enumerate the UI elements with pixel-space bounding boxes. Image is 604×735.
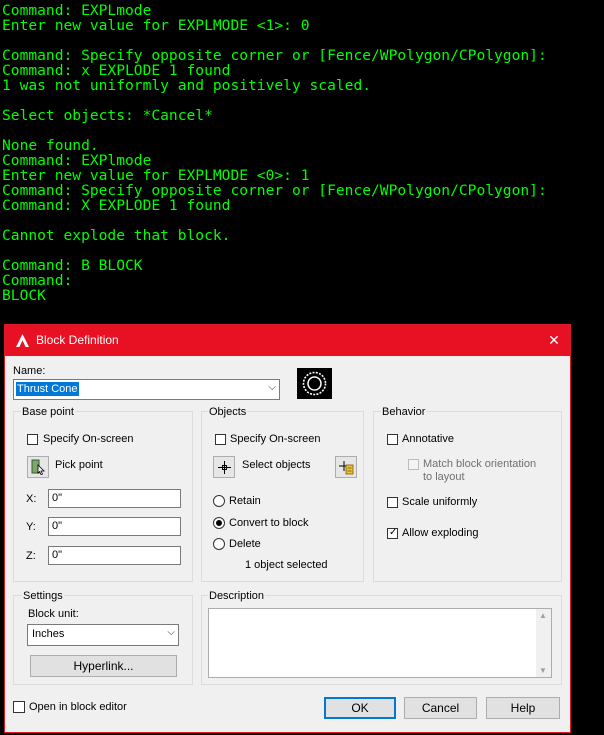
dialog-title: Block Definition [36, 333, 119, 347]
description-title: Description [208, 590, 266, 602]
name-label: Name: [13, 365, 46, 377]
close-button[interactable]: ✕ [538, 325, 570, 356]
convert-to-block-radio[interactable] [213, 517, 225, 529]
block-unit-label: Block unit: [28, 608, 79, 620]
console-line: Select objects: *Cancel* [2, 107, 213, 124]
description-scrollbar[interactable]: ▲ ▼ [536, 609, 551, 677]
pick-point-icon [31, 459, 45, 475]
console-line: BLOCK [2, 287, 46, 304]
scale-uniformly-label: Scale uniformly [402, 496, 478, 508]
scale-uniformly-checkbox[interactable] [387, 497, 398, 508]
scroll-down-icon[interactable]: ▼ [539, 666, 547, 675]
annotative-label: Annotative [402, 433, 454, 445]
objects-specify-onscreen-label: Specify On-screen [230, 433, 321, 445]
match-orientation-label-2: to layout [423, 471, 465, 483]
match-orientation-checkbox[interactable] [408, 459, 419, 470]
behavior-title: Behavior [381, 406, 427, 418]
quick-select-icon [339, 461, 354, 475]
checkmark-icon: ✓ [389, 527, 398, 538]
x-label: X: [26, 493, 37, 505]
console-line: Command: [2, 272, 73, 289]
console-line: Command: B BLOCK [2, 257, 143, 274]
annotative-checkbox[interactable] [387, 434, 398, 445]
autocad-logo-icon [16, 334, 29, 347]
objects-specify-onscreen-checkbox[interactable] [215, 434, 226, 445]
help-button[interactable]: Help [486, 697, 560, 719]
block-unit-value: Inches [32, 628, 65, 640]
pick-point-label: Pick point [55, 459, 103, 471]
base-point-title: Base point [21, 406, 75, 418]
x-input[interactable]: 0" [48, 489, 181, 508]
select-objects-button[interactable] [213, 456, 235, 478]
description-textarea[interactable]: ▲ ▼ [208, 608, 552, 678]
name-value: Thrust Cone [16, 382, 79, 396]
base-specify-onscreen-label: Specify On-screen [43, 433, 134, 445]
console-line: Command: x EXPLODE 1 found [2, 62, 231, 79]
delete-radio[interactable] [213, 538, 225, 550]
console-line: Command: EXPlmode [2, 152, 152, 169]
match-orientation-label: Match block orientation [423, 458, 537, 470]
base-specify-onscreen-checkbox[interactable] [27, 434, 38, 445]
console-line: None found. [2, 137, 99, 154]
allow-exploding-checkbox[interactable]: ✓ [387, 527, 398, 539]
chevron-down-icon[interactable]: ⌵ [268, 382, 276, 393]
console-line: Command: X EXPLODE 1 found [2, 197, 231, 214]
convert-to-block-label: Convert to block [229, 517, 309, 529]
dialog-titlebar[interactable]: Block Definition ✕ [5, 325, 570, 356]
console-line: Cannot explode that block. [2, 227, 231, 244]
console-line: Command: EXPLmode [2, 2, 152, 19]
console-line: 1 was not uniformly and positively scale… [2, 77, 372, 94]
quick-select-button[interactable] [335, 456, 357, 478]
pick-point-button[interactable] [27, 456, 49, 478]
block-preview-icon [297, 368, 332, 399]
z-label: Z: [26, 550, 36, 562]
hyperlink-button[interactable]: Hyperlink... [30, 655, 177, 677]
console-line: Command: Specify opposite corner or [Fen… [2, 182, 547, 199]
chevron-down-icon[interactable]: ⌵ [167, 627, 175, 638]
settings-title: Settings [22, 590, 64, 602]
console-line: Enter new value for EXPLMODE <1>: 0 [2, 17, 310, 34]
console-line: Command: Specify opposite corner or [Fen… [2, 47, 547, 64]
close-icon: ✕ [548, 332, 560, 348]
z-input[interactable]: 0" [48, 546, 181, 565]
y-input[interactable]: 0" [48, 517, 181, 536]
open-in-block-editor-checkbox[interactable] [13, 701, 25, 713]
selection-status: 1 object selected [245, 559, 328, 571]
y-label: Y: [26, 521, 36, 533]
delete-label: Delete [229, 538, 261, 550]
block-definition-dialog: Block Definition ✕ Name: Thrust Cone ⌵ B… [4, 324, 571, 733]
ok-button[interactable]: OK [324, 697, 396, 719]
open-in-block-editor-label: Open in block editor [29, 701, 127, 713]
cancel-button[interactable]: Cancel [404, 697, 477, 719]
block-unit-select[interactable]: Inches ⌵ [27, 624, 179, 646]
retain-radio[interactable] [213, 495, 225, 507]
command-console: Command: EXPLmode Enter new value for EX… [0, 0, 604, 325]
console-line: Enter new value for EXPLMODE <0>: 1 [2, 167, 310, 184]
select-objects-label: Select objects [242, 459, 311, 471]
crosshair-icon [218, 461, 231, 474]
allow-exploding-label: Allow exploding [402, 527, 479, 539]
name-combobox[interactable]: Thrust Cone ⌵ [13, 379, 280, 400]
retain-label: Retain [229, 495, 261, 507]
objects-title: Objects [208, 406, 248, 418]
scroll-up-icon[interactable]: ▲ [539, 611, 547, 620]
